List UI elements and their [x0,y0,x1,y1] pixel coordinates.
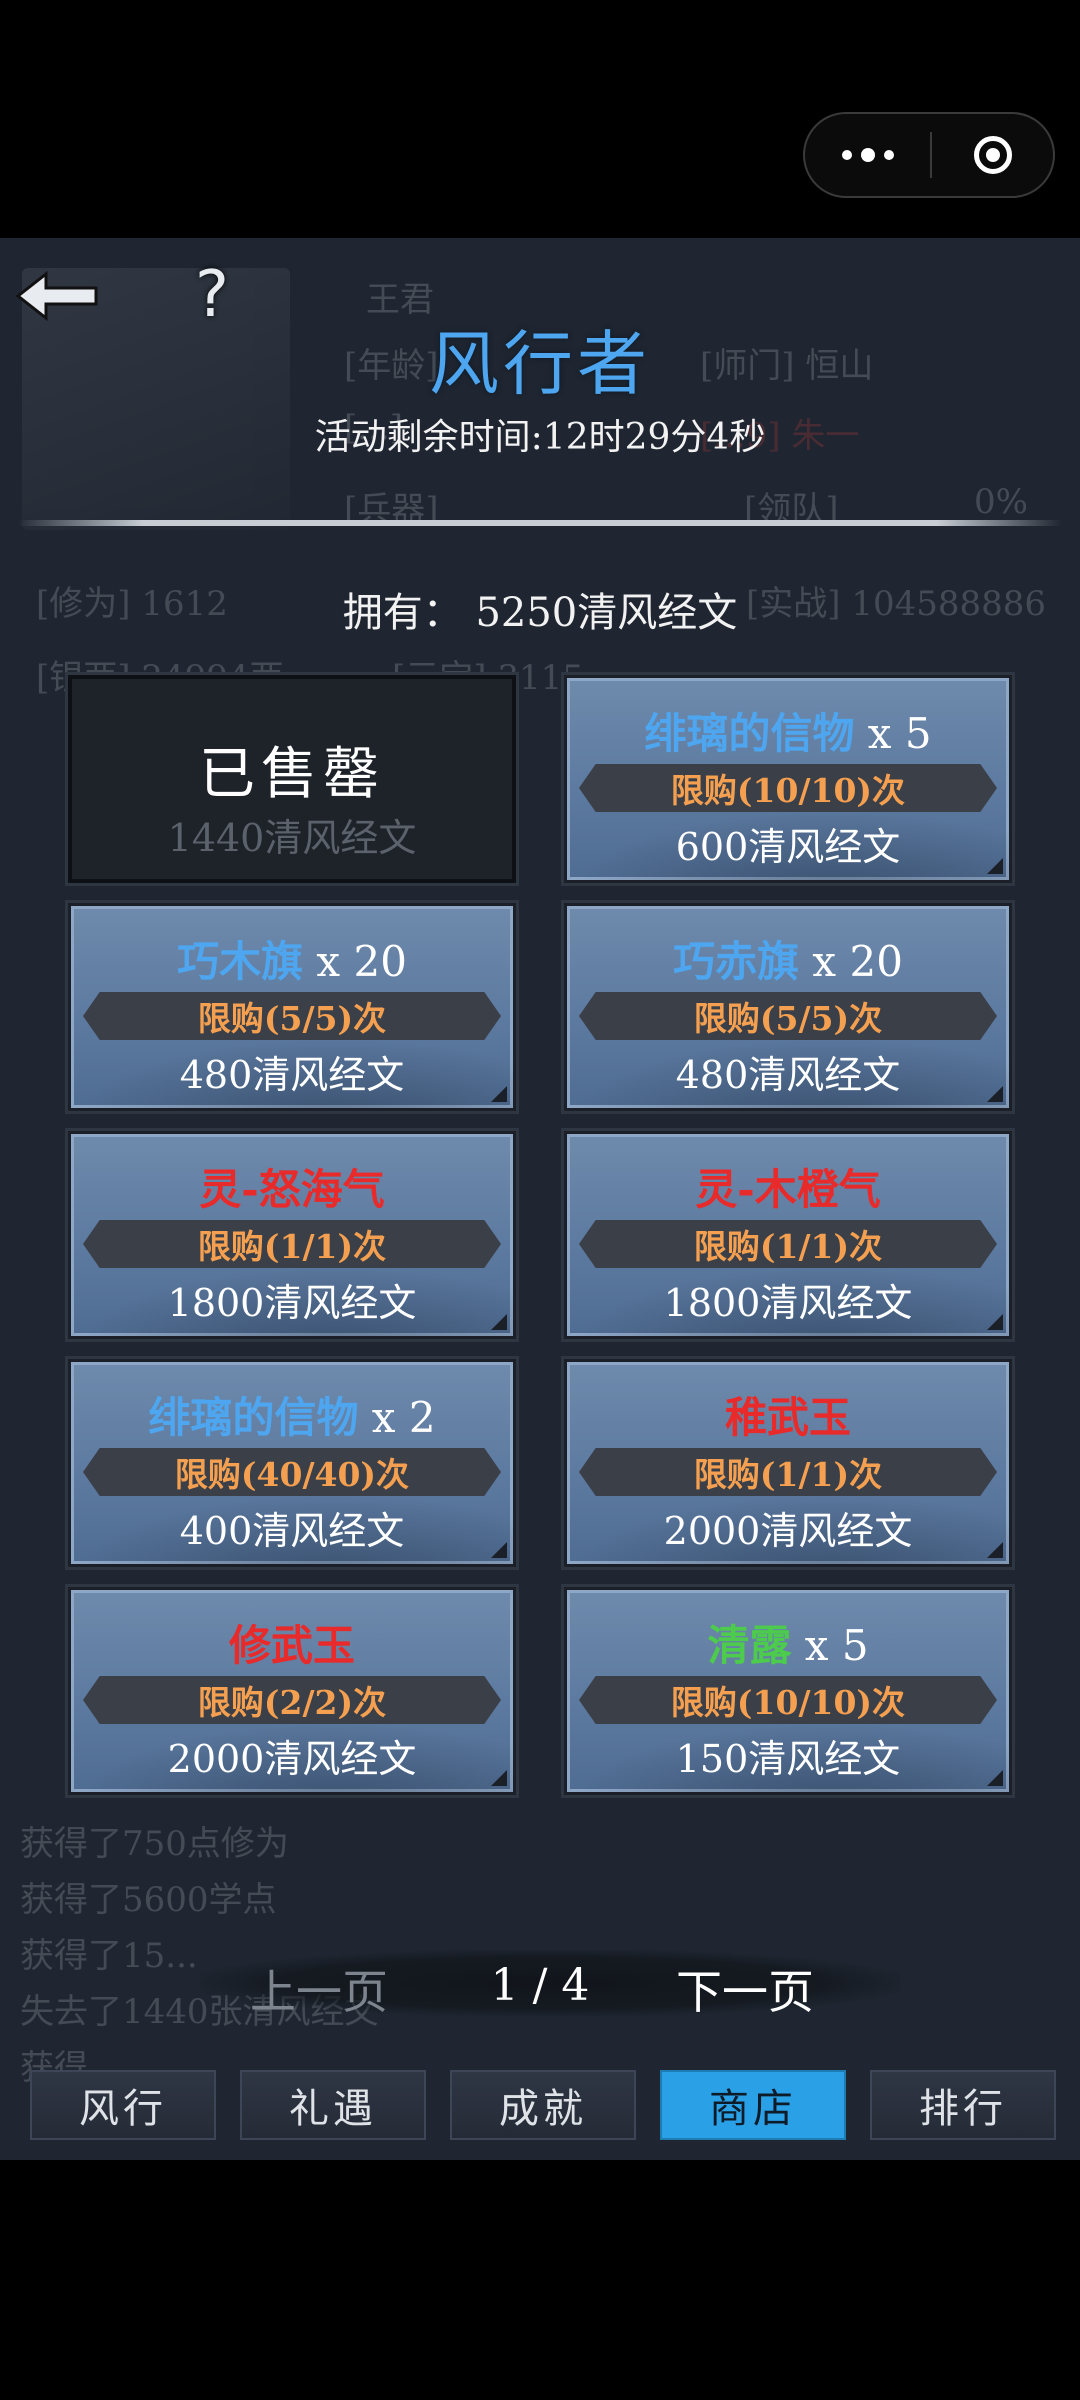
item-price: 1440清风经文 [167,816,417,860]
item-price: 2000清风经文 [167,1737,417,1781]
purchase-limit-bar: 限购(10/10)次 [579,764,997,812]
purchase-limit-bar: 限购(5/5)次 [83,992,501,1040]
divider [18,520,1062,526]
shop-item[interactable]: 绯璃的信物 x 2 限购(40/40)次 400清风经文 [65,1356,519,1570]
item-name: 稚武玉 [724,1393,851,1442]
item-name: 灵-怒海气 [199,1165,385,1214]
purchase-limit-bar: 限购(5/5)次 [579,992,997,1040]
purchase-limit: 限购(5/5)次 [197,999,387,1038]
game-screen: 王君 [年龄] [师门] 恒山 [...] [...9] 朱一 [兵器] [领队… [0,238,1080,2160]
bg-team-pct: 0% [974,482,1028,522]
purchase-limit-bar: 限购(1/1)次 [579,1220,997,1268]
item-name: 灵-木橙气 [695,1165,881,1214]
shop-item[interactable]: 稚武玉 限购(1/1)次 2000清风经文 [561,1356,1015,1570]
purchase-limit: 限购(40/40)次 [174,1455,410,1494]
tab-fengxing[interactable]: 风行 [30,2070,216,2140]
shop-item[interactable]: 灵-怒海气 限购(1/1)次 1800清风经文 [65,1128,519,1342]
item-name: 绯璃的信物 [148,1393,359,1442]
event-countdown: 活动剩余时间:12时29分4秒 [314,417,766,458]
bottom-safe-area [0,2160,1080,2400]
purchase-limit-bar: 限购(2/2)次 [83,1676,501,1724]
item-quantity: x 20 [303,937,407,986]
item-name: 清露 [707,1621,792,1670]
purchase-limit: 限购(1/1)次 [197,1227,387,1266]
item-quantity: x 20 [799,937,903,986]
bg-log-line: 获得了5600学点 [20,1880,277,1920]
item-price: 400清风经文 [179,1509,405,1553]
item-name: 修武玉 [228,1621,355,1670]
item-quantity: x 2 [358,1393,436,1442]
item-name: 绯璃的信物 [644,709,855,758]
purchase-limit: 限购(1/1)次 [693,1455,883,1494]
purchase-limit: 限购(5/5)次 [693,999,883,1038]
purchase-limit-bar: 限购(40/40)次 [83,1448,501,1496]
shop-item[interactable]: 巧木旗 x 20 限购(5/5)次 480清风经文 [65,900,519,1114]
page-title: 风行者 [429,323,651,405]
sold-out-label: 已售罄 [199,742,385,807]
purchase-limit: 限购(10/10)次 [670,771,906,810]
tab-shop[interactable]: 商店 [660,2070,846,2140]
prev-page-button[interactable]: 上一页 [250,1956,388,2022]
item-quantity: x 5 [854,709,932,758]
close-button[interactable] [932,136,1053,174]
purchase-limit-bar: 限购(1/1)次 [579,1448,997,1496]
purchase-limit: 限购(1/1)次 [693,1227,883,1266]
shop-item-sold-out: 1440清风经文 已售罄 [65,672,519,886]
shop-item[interactable]: 修武玉 限购(2/2)次 2000清风经文 [65,1584,519,1798]
shop-item[interactable]: 巧赤旗 x 20 限购(5/5)次 480清风经文 [561,900,1015,1114]
item-name: 巧木旗 [177,937,304,986]
bg-log-line: 获得了750点修为 [20,1824,289,1864]
shop-item[interactable]: 灵-木橙气 限购(1/1)次 1800清风经文 [561,1128,1015,1342]
bottom-tab-bar: 风行 礼遇 成就 商店 排行 [0,2070,1080,2144]
item-price: 480清风经文 [179,1053,405,1097]
target-circle-icon [973,136,1012,174]
purchase-limit-bar: 限购(10/10)次 [579,1676,997,1724]
item-price: 480清风经文 [675,1053,901,1097]
status-bar [0,0,1080,238]
item-price: 150清风经文 [675,1737,901,1781]
item-price: 600清风经文 [675,825,901,869]
shop-item[interactable]: 清露 x 5 限购(10/10)次 150清风经文 [561,1584,1015,1798]
owned-currency: 拥有： 5250清风经文 [342,590,738,636]
tab-ranking[interactable]: 排行 [870,2070,1056,2140]
mini-program-capsule [803,112,1055,198]
item-quantity: x 5 [791,1621,869,1670]
item-price: 2000清风经文 [663,1509,913,1553]
item-name: 巧赤旗 [673,937,800,986]
item-price: 1800清风经文 [167,1281,417,1325]
tab-achievement[interactable]: 成就 [450,2070,636,2140]
page-indicator: 1 / 4 [490,1960,590,2011]
more-dots-icon[interactable] [805,114,930,196]
pagination: 上一页 1 / 4 下一页 [0,1938,1080,2028]
tab-liyu[interactable]: 礼遇 [240,2070,426,2140]
purchase-limit: 限购(10/10)次 [670,1683,906,1722]
item-price: 1800清风经文 [663,1281,913,1325]
purchase-limit: 限购(2/2)次 [197,1683,387,1722]
shop-item[interactable]: 绯璃的信物 x 5 限购(10/10)次 600清风经文 [561,672,1015,886]
purchase-limit-bar: 限购(1/1)次 [83,1220,501,1268]
next-page-button[interactable]: 下一页 [676,1956,814,2022]
